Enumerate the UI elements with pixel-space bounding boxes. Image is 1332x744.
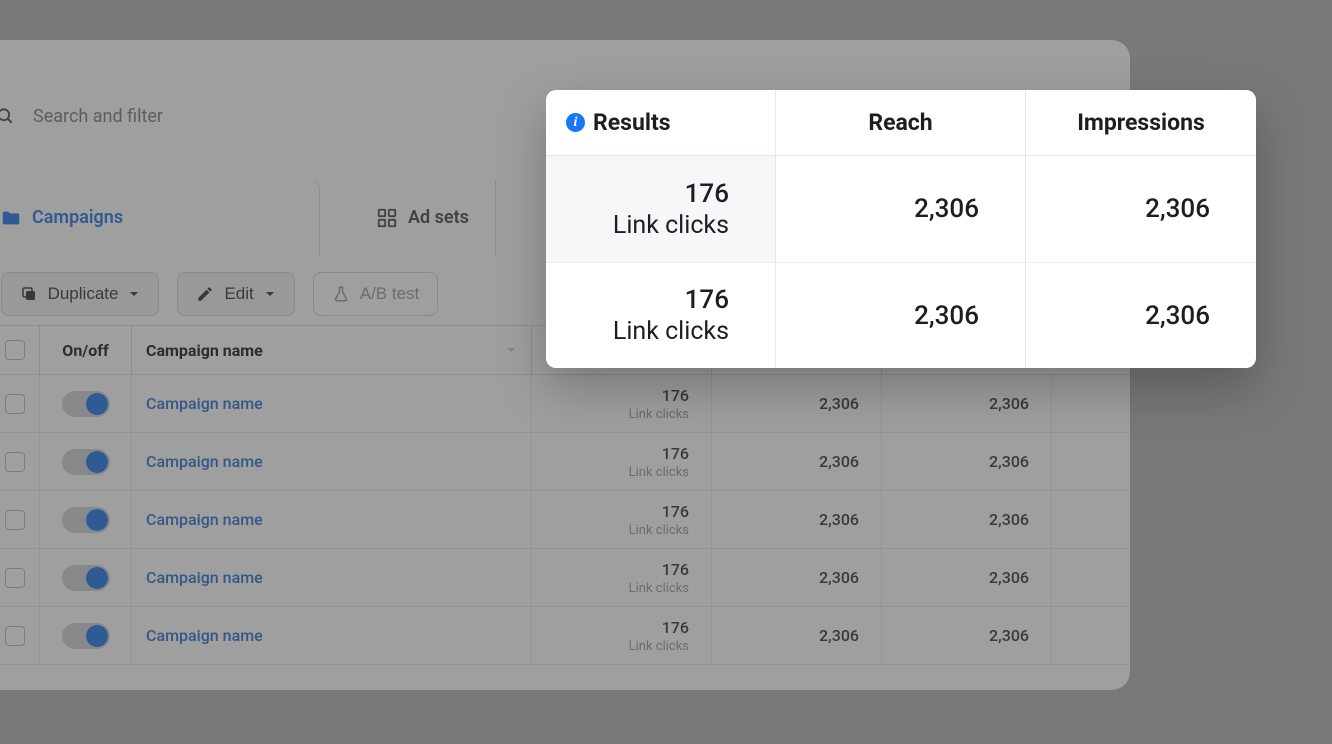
- popup-reach-cell: 2,306: [776, 263, 1026, 368]
- popup-results-value: 176: [685, 285, 729, 315]
- popup-impressions-value: 2,306: [1145, 194, 1210, 224]
- metrics-popup: i Results Reach Impressions 176Link clic…: [546, 90, 1256, 368]
- popup-results-cell: 176Link clicks: [546, 156, 776, 262]
- popup-results-cell: 176Link clicks: [546, 263, 776, 368]
- popup-reach-cell: 2,306: [776, 156, 1026, 262]
- popup-header-impressions: Impressions: [1026, 90, 1256, 155]
- popup-results-label: Link clicks: [613, 211, 729, 240]
- info-icon[interactable]: i: [566, 113, 585, 132]
- popup-impressions-cell: 2,306: [1026, 263, 1256, 368]
- popup-reach-value: 2,306: [914, 194, 979, 224]
- popup-impressions-value: 2,306: [1145, 301, 1210, 331]
- popup-row: 176Link clicks 2,306 2,306: [546, 262, 1256, 368]
- popup-header-results-label: Results: [593, 109, 671, 136]
- popup-results-label: Link clicks: [613, 317, 729, 346]
- popup-impressions-cell: 2,306: [1026, 156, 1256, 262]
- popup-reach-value: 2,306: [914, 301, 979, 331]
- popup-header-results: i Results: [546, 90, 776, 155]
- popup-body: 176Link clicks2,3062,306176Link clicks2,…: [546, 156, 1256, 368]
- popup-results-value: 176: [685, 179, 729, 209]
- popup-row: 176Link clicks 2,306 2,306: [546, 156, 1256, 262]
- popup-header: i Results Reach Impressions: [546, 90, 1256, 156]
- popup-header-reach: Reach: [776, 90, 1026, 155]
